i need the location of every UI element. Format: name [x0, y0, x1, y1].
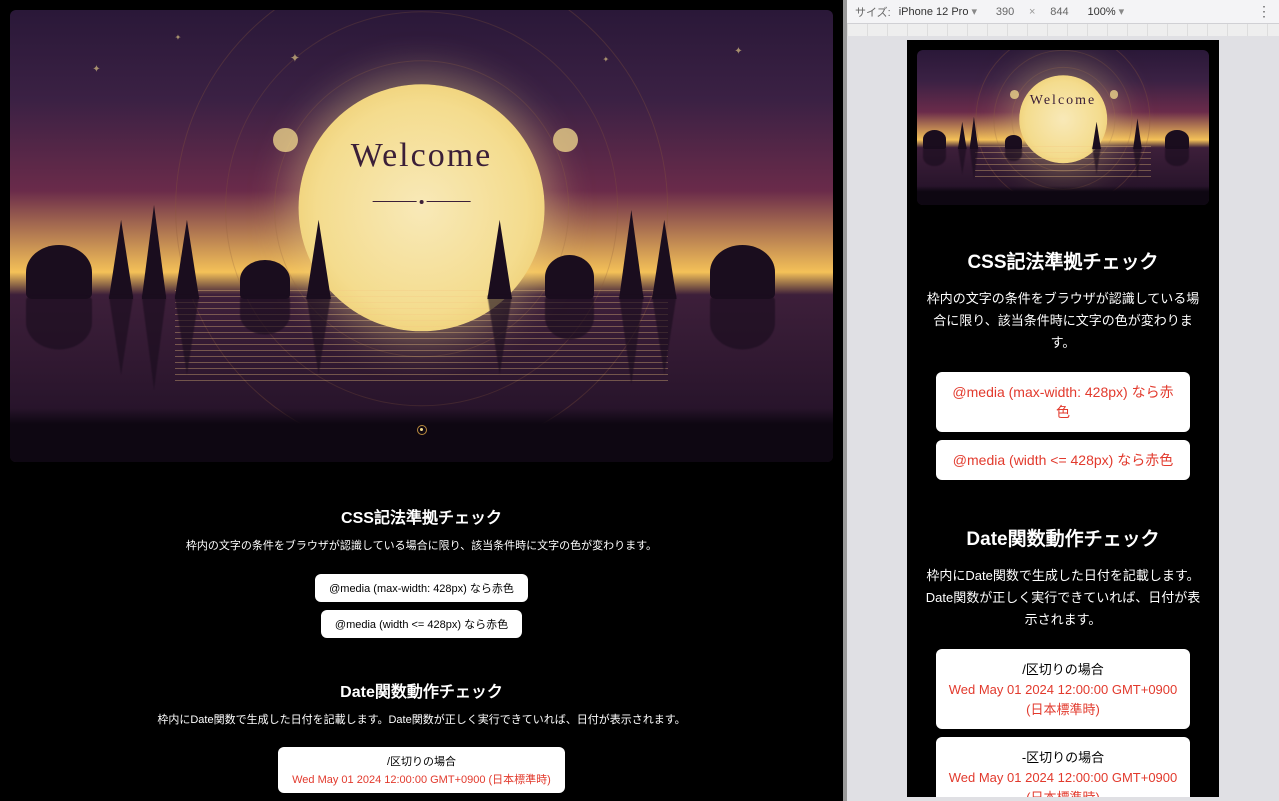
media-pill-rangewidth: @media (width <= 428px) なら赤色 [936, 440, 1190, 480]
viewport-height-input[interactable] [1039, 6, 1079, 18]
date-card-label: /区切りの場合 [948, 659, 1178, 678]
desktop-render-panel: ✦ ✦ ✦ ✦ ✦ Welcome [0, 0, 843, 801]
date-check-section: Date関数動作チェック 枠内にDate関数で生成した日付を記載します。Date… [0, 666, 843, 801]
date-check-desc: 枠内にDate関数で生成した日付を記載します。Date関数が正しく実行できていれ… [925, 565, 1201, 631]
devtools-responsive-panel: サイズ: iPhone 12 Pro × 100% ⋮ Welcome [847, 0, 1279, 801]
toolbar-more-icon[interactable]: ⋮ [1257, 3, 1271, 20]
date-card-dash: -区切りの場合 Wed May 01 2024 12:00:00 GMT+090… [936, 737, 1190, 797]
hero-image: ✦ ✦ ✦ ✦ ✦ Welcome [0, 0, 843, 472]
welcome-heading: Welcome [1030, 93, 1097, 109]
media-pill-maxwidth: @media (max-width: 428px) なら赤色 [315, 574, 528, 602]
ruler [847, 24, 1279, 36]
date-card-value: Wed May 01 2024 12:00:00 GMT+0900 (日本標準時… [948, 768, 1178, 797]
hero-nav-dot[interactable] [417, 425, 427, 435]
device-frame[interactable]: Welcome [907, 40, 1219, 797]
date-card-label: -区切りの場合 [948, 747, 1178, 766]
media-pill-maxwidth: @media (max-width: 428px) なら赤色 [936, 372, 1190, 432]
date-card-slash: /区切りの場合 Wed May 01 2024 12:00:00 GMT+090… [936, 649, 1190, 729]
css-check-heading: CSS記法準拠チェック [18, 504, 825, 528]
devtools-toolbar: サイズ: iPhone 12 Pro × 100% ⋮ [847, 0, 1279, 24]
date-check-section-mobile: Date関数動作チェック 枠内にDate関数で生成した日付を記載します。Date… [907, 512, 1219, 797]
viewport-width-input[interactable] [985, 6, 1025, 18]
device-select[interactable]: iPhone 12 Pro [899, 5, 977, 18]
date-check-heading: Date関数動作チェック [925, 524, 1201, 551]
zoom-select[interactable]: 100% [1087, 5, 1124, 18]
date-card-value: Wed May 01 2024 12:00:00 GMT+0900 (日本標準時… [292, 771, 551, 787]
welcome-heading: Welcome [351, 137, 493, 175]
css-check-heading: CSS記法準拠チェック [925, 247, 1201, 274]
css-check-section-mobile: CSS記法準拠チェック 枠内の文字の条件をブラウザが認識している場合に限り、該当… [907, 235, 1219, 512]
date-card-value: Wed May 01 2024 12:00:00 GMT+0900 (日本標準時… [948, 680, 1178, 719]
date-card-slash: /区切りの場合 Wed May 01 2024 12:00:00 GMT+090… [278, 747, 565, 793]
css-check-desc: 枠内の文字の条件をブラウザが認識している場合に限り、該当条件時に文字の色が変わり… [18, 538, 825, 556]
hero-image-mobile: Welcome [907, 40, 1219, 215]
media-pill-rangewidth: @media (width <= 428px) なら赤色 [321, 610, 522, 638]
date-card-label: /区切りの場合 [292, 753, 551, 769]
device-viewport-wrapper: Welcome [847, 36, 1279, 801]
date-check-desc: 枠内にDate関数で生成した日付を記載します。Date関数が正しく実行できていれ… [18, 712, 825, 730]
toolbar-size-label: サイズ: [855, 4, 891, 20]
dimensions-separator: × [1029, 6, 1035, 18]
css-check-desc: 枠内の文字の条件をブラウザが認識している場合に限り、該当条件時に文字の色が変わり… [925, 288, 1201, 354]
date-check-heading: Date関数動作チェック [18, 678, 825, 702]
css-check-section: CSS記法準拠チェック 枠内の文字の条件をブラウザが認識している場合に限り、該当… [0, 492, 843, 666]
